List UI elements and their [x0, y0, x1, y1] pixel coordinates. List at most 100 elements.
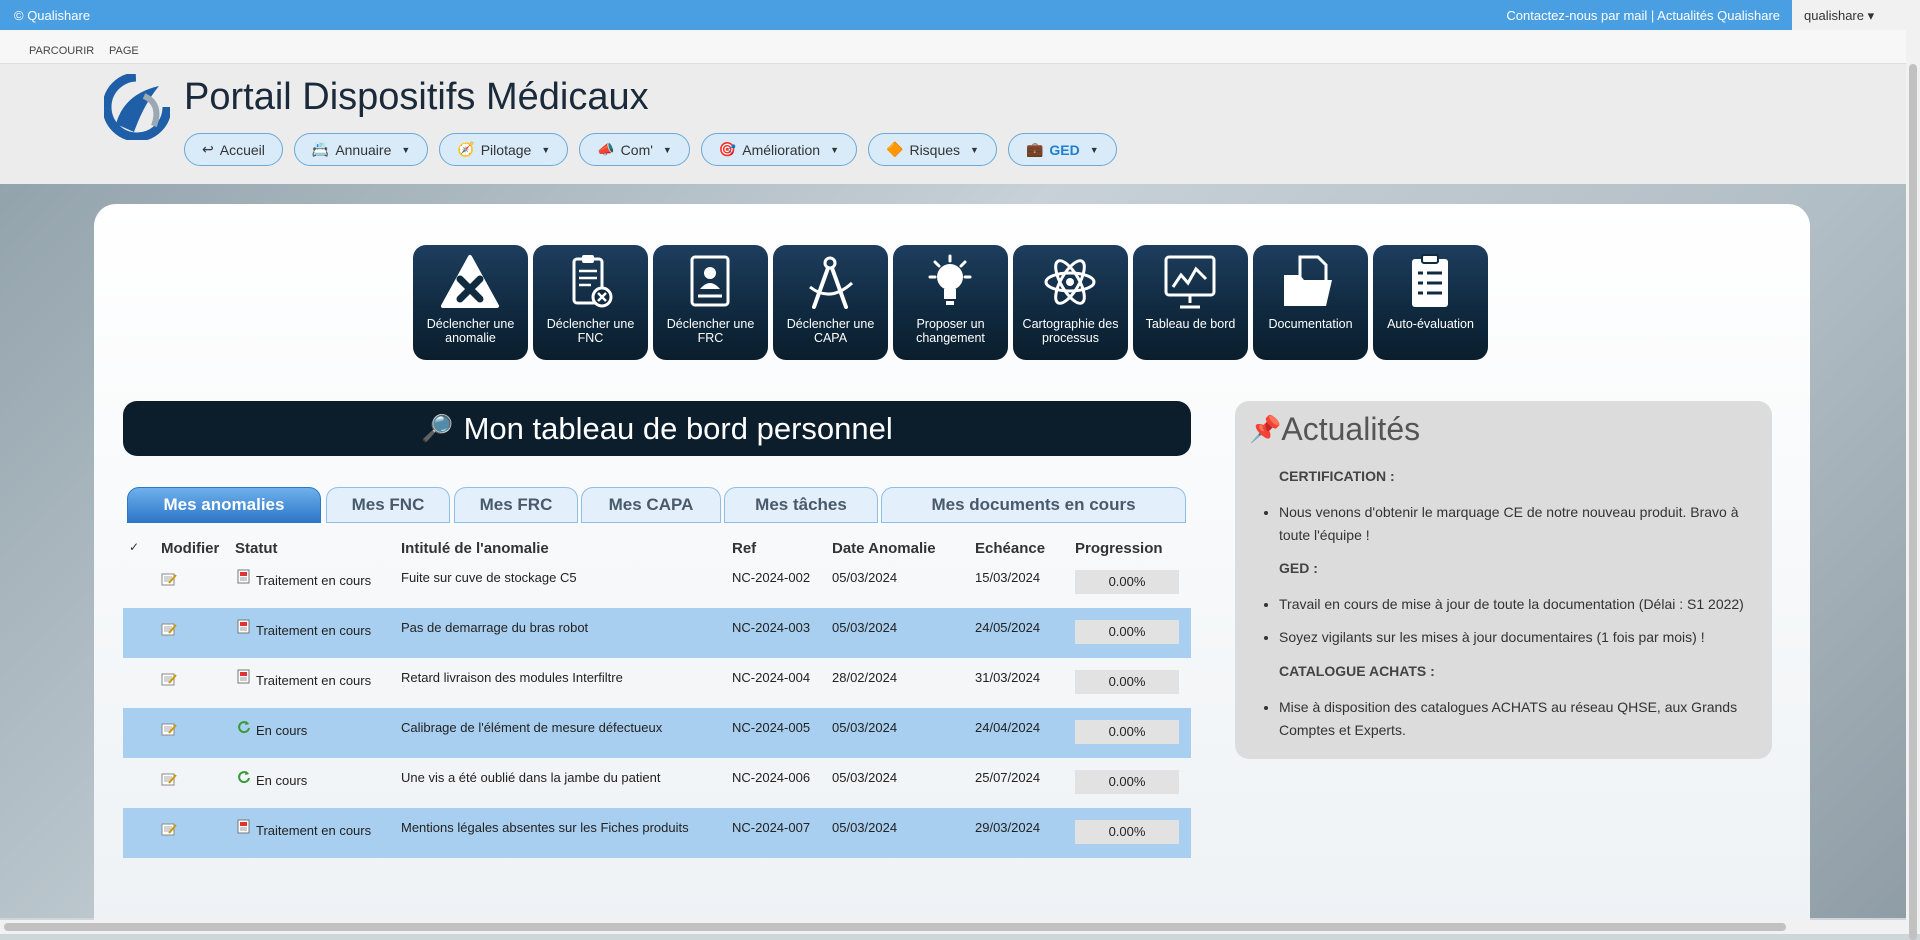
- anomaly-date: 05/03/2024: [832, 620, 898, 635]
- news-section-heading: CERTIFICATION :: [1279, 468, 1395, 484]
- nav-label: Annuaire: [335, 141, 392, 158]
- table-row[interactable]: En cours Une vis a été oublié dans la jam…: [123, 758, 1191, 808]
- col-header-progression[interactable]: Progression: [1075, 540, 1163, 557]
- anomaly-title[interactable]: Fuite sur cuve de stockage C5: [401, 570, 577, 585]
- table-row[interactable]: Traitement en cours Fuite sur cuve de sto…: [123, 558, 1191, 608]
- tile-label: Déclencher une anomalie: [426, 317, 515, 345]
- refresh-green-icon: [237, 769, 251, 784]
- page-title: Portail Dispositifs Médicaux: [184, 76, 649, 118]
- tile-declencher-frc[interactable]: Déclencher une FRC: [653, 245, 768, 360]
- tab-mes-frc[interactable]: Mes FRC: [454, 487, 578, 523]
- tile-declencher-anomalie[interactable]: Déclencher une anomalie: [413, 245, 528, 360]
- chart-board-icon: [1164, 255, 1216, 309]
- tile-cartographie[interactable]: Cartographie des processus: [1013, 245, 1128, 360]
- anomaly-date: 05/03/2024: [832, 570, 898, 585]
- caret-down-icon: ▼: [970, 144, 979, 155]
- nav-com[interactable]: 📣 Com' ▼: [579, 133, 690, 166]
- edit-icon[interactable]: [161, 772, 177, 786]
- brand-link[interactable]: © Qualishare: [14, 8, 90, 23]
- progress-bar: 0.00%: [1075, 570, 1179, 594]
- document-red-icon: [237, 569, 251, 584]
- status-text: Traitement en cours: [256, 673, 372, 688]
- tab-mes-fnc[interactable]: Mes FNC: [326, 487, 450, 523]
- tile-declencher-capa[interactable]: Déclencher une CAPA: [773, 245, 888, 360]
- progress-bar: 0.00%: [1075, 820, 1179, 844]
- nav-ged[interactable]: 💼 GED ▼: [1007, 133, 1117, 166]
- edit-icon[interactable]: [161, 572, 177, 586]
- main-nav: ↩ Accueil 📇 Annuaire ▼ 🧭 Pilotage ▼ 📣 Com' ▼ 🎯 A…: [184, 133, 1117, 166]
- col-header-statut[interactable]: Statut: [235, 540, 278, 557]
- id-card-icon: [690, 255, 730, 307]
- lightbulb-icon: [928, 254, 972, 305]
- tab-mes-anomalies[interactable]: Mes anomalies: [127, 487, 321, 523]
- news-item: Soyez vigilants sur les mises à jour doc…: [1279, 626, 1759, 649]
- nav-amelioration[interactable]: 🎯 Amélioration ▼: [700, 133, 858, 166]
- anomaly-title[interactable]: Retard livraison des modules Interfiltre: [401, 670, 623, 685]
- ribbon-tab-parcourir[interactable]: PARCOURIR: [29, 45, 94, 57]
- news-section-heading: GED :: [1279, 560, 1318, 576]
- edit-icon[interactable]: [161, 622, 177, 636]
- col-header-echeance[interactable]: Echéance: [975, 540, 1045, 557]
- clipboard-x-icon: [572, 255, 613, 308]
- table-row[interactable]: En cours Calibrage de l'élément de mesure…: [123, 708, 1191, 758]
- scroll-thumb[interactable]: [4, 923, 1786, 931]
- contact-links[interactable]: Contactez-nous par mail | Actualités Qua…: [1506, 8, 1780, 23]
- tile-documentation[interactable]: Documentation: [1253, 245, 1368, 360]
- tile-auto-evaluation[interactable]: Auto-évaluation: [1373, 245, 1488, 360]
- col-header-intitule[interactable]: Intitulé de l'anomalie: [401, 540, 549, 557]
- col-header-ref[interactable]: Ref: [732, 540, 756, 557]
- nav-label: Accueil: [219, 141, 265, 158]
- scroll-thumb[interactable]: [1909, 64, 1917, 940]
- anomaly-date: 05/03/2024: [832, 820, 898, 835]
- warning-x-icon: [441, 255, 499, 308]
- nav-annuaire[interactable]: 📇 Annuaire ▼: [293, 133, 429, 166]
- quick-actions: Déclencher une anomalie Déclencher une F…: [413, 245, 1488, 360]
- edit-icon[interactable]: [161, 672, 177, 686]
- col-header-date[interactable]: Date Anomalie: [832, 540, 936, 557]
- anomaly-due-date: 15/03/2024: [975, 570, 1041, 585]
- card-index-icon: 📇: [311, 141, 330, 157]
- warning-sign-icon: 🔶: [886, 141, 904, 157]
- nav-pilotage[interactable]: 🧭 Pilotage ▼: [439, 133, 569, 166]
- ribbon-tab-page[interactable]: PAGE: [109, 45, 139, 57]
- table-row[interactable]: Traitement en cours Mentions légales abse…: [123, 808, 1191, 858]
- nav-risques[interactable]: 🔶 Risques ▼: [868, 133, 997, 166]
- tile-proposer-changement[interactable]: Proposer un changement: [893, 245, 1008, 360]
- vertical-scrollbar[interactable]: [1906, 30, 1920, 940]
- anomaly-due-date: 25/07/2024: [975, 770, 1041, 785]
- tile-label: Déclencher une FNC: [546, 317, 635, 345]
- anomaly-ref: NC-2024-004: [732, 670, 811, 685]
- anomaly-title[interactable]: Mentions légales absentes sur les Fiches…: [401, 820, 689, 835]
- tab-mes-documents[interactable]: Mes documents en cours: [881, 487, 1186, 523]
- table-row[interactable]: Traitement en cours Retard livraison des …: [123, 658, 1191, 708]
- anomaly-title[interactable]: Une vis a été oublié dans la jambe du pa…: [401, 770, 660, 785]
- logo-icon[interactable]: [104, 74, 170, 140]
- caret-down-icon: ▼: [662, 144, 672, 155]
- tab-mes-capa[interactable]: Mes CAPA: [581, 487, 721, 523]
- news-title: Actualités: [1281, 411, 1421, 447]
- anomaly-date: 05/03/2024: [832, 720, 898, 735]
- anomaly-title[interactable]: Pas de demarrage du bras robot: [401, 620, 588, 635]
- user-menu[interactable]: qualishare ▾: [1792, 0, 1920, 30]
- select-all-checkbox[interactable]: ✓: [129, 540, 139, 554]
- tab-mes-taches[interactable]: Mes tâches: [724, 487, 878, 523]
- news-list: Mise à disposition des catalogues ACHATS…: [1279, 696, 1759, 742]
- col-header-modifier[interactable]: Modifier: [161, 540, 219, 557]
- tile-label: Proposer un changement: [916, 317, 985, 345]
- horizontal-scrollbar[interactable]: [0, 920, 1906, 934]
- anomaly-date: 28/02/2024: [832, 670, 898, 685]
- document-red-icon: [237, 669, 251, 684]
- tile-label: Documentation: [1268, 317, 1353, 331]
- refresh-green-icon: [237, 719, 251, 734]
- nav-accueil[interactable]: ↩ Accueil: [184, 133, 283, 166]
- tile-declencher-fnc[interactable]: Déclencher une FNC: [533, 245, 648, 360]
- tile-tableau-de-bord[interactable]: Tableau de bord: [1133, 245, 1248, 360]
- edit-icon[interactable]: [161, 822, 177, 836]
- status-text: En cours: [256, 723, 308, 738]
- anomaly-title[interactable]: Calibrage de l'élément de mesure défectu…: [401, 720, 662, 735]
- tile-label: Déclencher une FRC: [666, 317, 755, 345]
- anomaly-ref: NC-2024-005: [732, 720, 811, 735]
- edit-icon[interactable]: [161, 722, 177, 736]
- compass-icon: [809, 256, 854, 309]
- table-row[interactable]: Traitement en cours Pas de demarrage du b…: [123, 608, 1191, 658]
